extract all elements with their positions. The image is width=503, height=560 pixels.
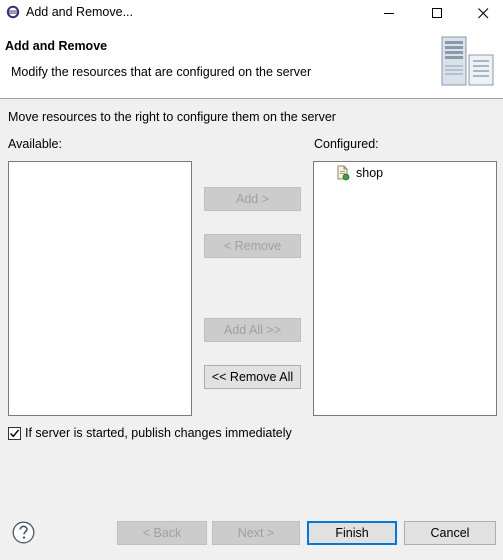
checkmark-icon [10, 429, 20, 438]
minimize-button[interactable] [370, 0, 408, 26]
help-icon[interactable] [12, 521, 35, 544]
configured-item-label: shop [356, 166, 384, 180]
wizard-header [0, 26, 503, 98]
instruction-text: Move resources to the right to configure… [8, 110, 336, 124]
add-button[interactable]: Add > [204, 187, 301, 211]
close-button[interactable] [464, 0, 502, 26]
cancel-button[interactable]: Cancel [404, 521, 496, 545]
configured-list[interactable] [313, 161, 497, 416]
remove-button[interactable]: < Remove [204, 234, 301, 258]
maximize-button[interactable] [418, 0, 456, 26]
configured-label: Configured: [314, 137, 379, 151]
publish-checkbox[interactable] [8, 427, 21, 440]
close-icon [477, 7, 488, 18]
window-title: Add and Remove... [26, 5, 134, 19]
add-all-button[interactable]: Add All >> [204, 318, 301, 342]
finish-button[interactable]: Finish [307, 521, 397, 545]
next-button[interactable]: Next > [212, 521, 300, 545]
back-button[interactable]: < Back [117, 521, 207, 545]
minimize-icon [383, 12, 394, 14]
web-project-icon [337, 165, 350, 181]
remove-all-button[interactable]: << Remove All [204, 365, 301, 389]
server-banner-icon [441, 36, 494, 86]
maximize-icon [431, 7, 442, 18]
available-list[interactable] [8, 161, 192, 416]
wizard-title: Add and Remove [5, 39, 108, 53]
list-item[interactable]: shop [336, 165, 383, 181]
header-divider [0, 98, 503, 99]
available-label: Available: [8, 137, 62, 151]
eclipse-icon [6, 5, 20, 19]
publish-checkbox-label[interactable]: If server is started, publish changes im… [25, 426, 292, 440]
wizard-description: Modify the resources that are configured… [11, 65, 312, 79]
